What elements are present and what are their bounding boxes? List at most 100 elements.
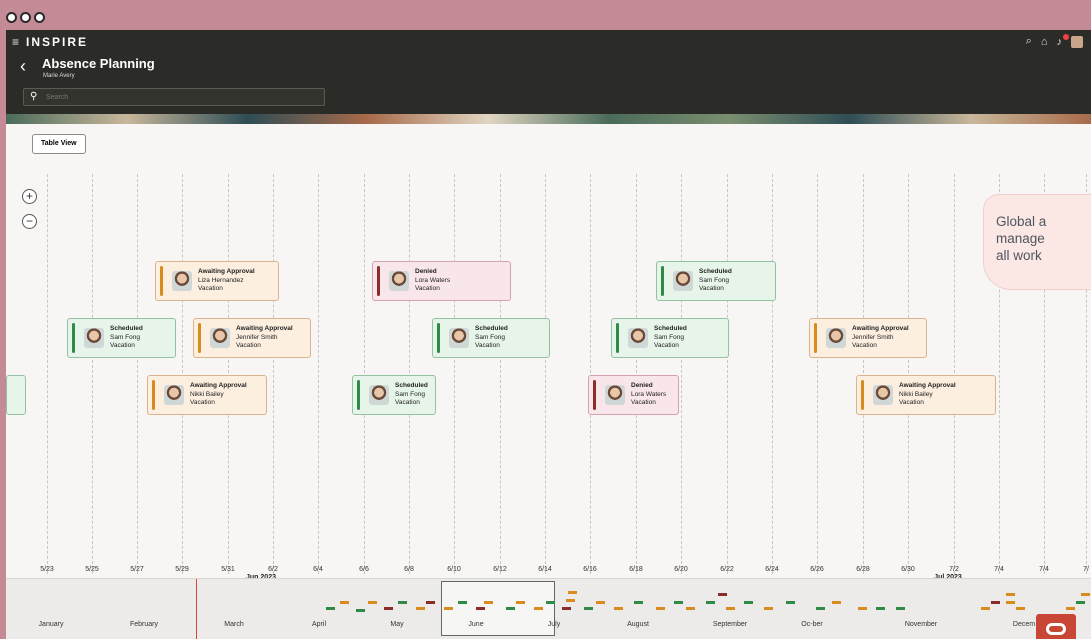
grid-line <box>545 174 546 574</box>
card-employee: Sam Fong <box>110 333 140 341</box>
status-bar <box>357 380 360 410</box>
card-text: Awaiting Approval Jennifer Smith Vacation <box>236 325 293 351</box>
grid-line <box>92 174 93 574</box>
employee-avatar <box>172 271 192 291</box>
grid-line <box>863 174 864 574</box>
promo-callout: Global a manage all work <box>983 194 1091 290</box>
table-view-button[interactable]: Table View <box>32 134 86 154</box>
card-absence-type: Vacation <box>475 342 500 350</box>
date-label: 6/10 <box>447 566 461 573</box>
card-text: Scheduled Sam Fong Vacation <box>475 325 508 351</box>
overview-absence-mark <box>356 609 365 612</box>
overview-absence-mark <box>876 607 885 610</box>
user-avatar[interactable] <box>1071 35 1083 48</box>
overview-absence-mark <box>896 607 905 610</box>
home-icon[interactable]: ⌂ <box>1041 36 1048 48</box>
card-text: Scheduled Sam Fong Vacation <box>654 325 687 351</box>
card-text: Awaiting Approval Jennifer Smith Vacation <box>852 325 909 351</box>
employee-avatar <box>873 385 893 405</box>
window-minimize-dot[interactable] <box>20 12 31 23</box>
back-arrow-icon[interactable]: ‹ <box>20 56 26 77</box>
card-status: Awaiting Approval <box>198 268 255 276</box>
overview-absence-mark <box>426 601 435 604</box>
absence-card[interactable]: Scheduled Sam Fong Vacation <box>656 261 776 301</box>
hamburger-menu-icon[interactable]: ≡ <box>12 35 19 49</box>
absence-card[interactable]: Awaiting Approval Jennifer Smith Vacation <box>193 318 311 358</box>
overview-month-label: July <box>547 621 561 628</box>
date-label: 5/27 <box>130 566 144 573</box>
overview-absence-mark <box>634 601 643 604</box>
overview-absence-mark <box>326 607 335 610</box>
card-status: Scheduled <box>654 325 687 333</box>
card-status: Awaiting Approval <box>852 325 909 333</box>
overview-absence-mark <box>656 607 665 610</box>
date-label: 7/2 <box>949 566 959 573</box>
overview-month-label: August <box>627 621 649 628</box>
notification-badge <box>1062 33 1069 40</box>
overview-month-label: March <box>224 621 244 628</box>
card-status: Scheduled <box>395 382 428 390</box>
overview-absence-mark <box>991 601 1000 604</box>
overview-absence-mark <box>516 601 525 604</box>
card-status: Scheduled <box>110 325 143 333</box>
card-employee: Sam Fong <box>475 333 505 341</box>
search-field[interactable]: ⚲ <box>23 88 325 106</box>
app-header: ≡ INSPIRE ⌕ ⌂ ♪ ‹ Absence Planning Marie… <box>6 30 1091 118</box>
grid-line <box>137 174 138 574</box>
absence-card[interactable]: Scheduled Sam Fong Vacation <box>611 318 729 358</box>
overview-absence-mark <box>832 601 841 604</box>
card-status: Awaiting Approval <box>899 382 956 390</box>
card-absence-type: Vacation <box>395 399 420 407</box>
overview-absence-mark <box>596 601 605 604</box>
absence-card[interactable]: Scheduled Sam Fong Vacation <box>67 318 176 358</box>
date-label: 5/29 <box>175 566 189 573</box>
absence-card[interactable]: Denied Lora Waters Vacation <box>588 375 679 415</box>
timeline-overview[interactable]: January February March April May June July Augu… <box>6 578 1091 639</box>
absence-card[interactable]: Awaiting Approval Liza Hernandez Vacation <box>155 261 279 301</box>
grid-line <box>636 174 637 574</box>
grid-line <box>318 174 319 574</box>
employee-avatar <box>605 385 625 405</box>
date-label: 6/28 <box>856 566 870 573</box>
overview-month-label: January <box>38 621 64 628</box>
grid-line <box>908 174 909 574</box>
notifications-icon[interactable]: ♪ <box>1057 33 1069 48</box>
search-icon[interactable]: ⌕ <box>1026 35 1032 48</box>
overview-absence-mark <box>614 607 623 610</box>
oracle-logo-button[interactable] <box>1036 614 1076 639</box>
card-status: Denied <box>631 382 653 390</box>
card-absence-type: Vacation <box>415 285 440 293</box>
employee-avatar <box>826 328 846 348</box>
overview-absence-mark <box>718 593 727 596</box>
card-absence-type: Vacation <box>110 342 135 350</box>
absence-card[interactable]: Awaiting Approval Jennifer Smith Vacation <box>809 318 927 358</box>
overview-absence-mark <box>1006 593 1015 596</box>
absence-card[interactable]: Awaiting Approval Nikki Bailey Vacation <box>856 375 996 415</box>
grid-line <box>364 174 365 574</box>
overview-absence-mark <box>1076 601 1085 604</box>
card-text: Denied Lora Waters Vacation <box>631 382 666 408</box>
date-label: 6/14 <box>538 566 552 573</box>
absence-card[interactable]: Scheduled Sam Fong Vacation <box>432 318 550 358</box>
grid-line <box>954 174 955 574</box>
card-text: Denied Lora Waters Vacation <box>415 268 450 294</box>
page-subtitle: Marie Avery <box>43 73 75 79</box>
absence-card[interactable]: Denied Lora Waters Vacation <box>372 261 511 301</box>
employee-avatar <box>210 328 230 348</box>
card-text: Awaiting Approval Liza Hernandez Vacation <box>198 268 255 294</box>
status-bar <box>152 380 155 410</box>
absence-card[interactable]: Awaiting Approval Nikki Bailey Vacation <box>147 375 267 415</box>
search-input[interactable] <box>46 91 316 104</box>
window-close-dot[interactable] <box>6 12 17 23</box>
absence-card-partial[interactable] <box>6 375 26 415</box>
status-bar <box>72 323 75 353</box>
date-label: 6/22 <box>720 566 734 573</box>
overview-month-label: June <box>468 621 484 628</box>
card-employee: Sam Fong <box>654 333 684 341</box>
overview-absence-mark <box>534 607 543 610</box>
overview-month-label: September <box>712 621 748 628</box>
brand-logo[interactable]: INSPIRE <box>26 35 88 49</box>
card-employee: Nikki Bailey <box>899 390 933 398</box>
absence-card[interactable]: Scheduled Sam Fong Vacation <box>352 375 436 415</box>
window-maximize-dot[interactable] <box>34 12 45 23</box>
